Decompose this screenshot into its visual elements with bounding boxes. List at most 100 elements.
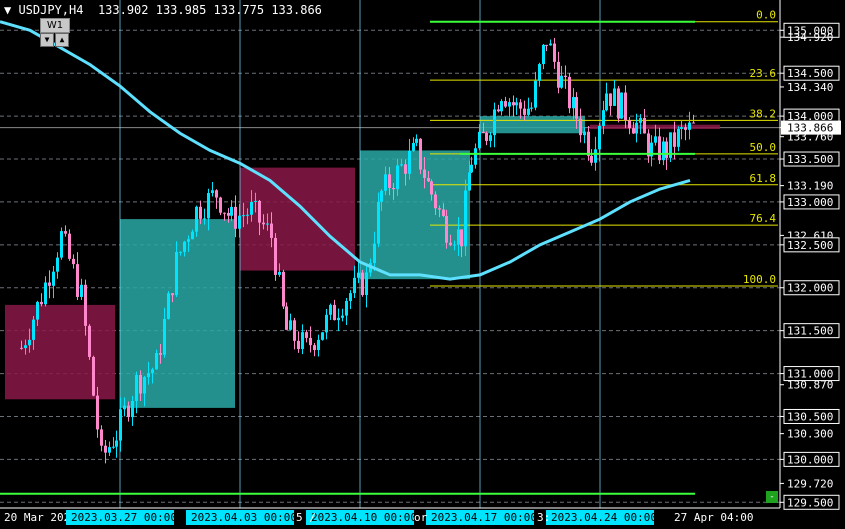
- bull-candle: [207, 193, 210, 219]
- bear-candle: [609, 93, 612, 106]
- bear-candle: [519, 102, 522, 109]
- bull-candle: [131, 400, 134, 418]
- bear-candle: [293, 320, 296, 341]
- price-label: 130.500: [787, 410, 833, 423]
- time-label: 27 Apr 04:00: [674, 511, 753, 524]
- bear-candle: [430, 181, 433, 195]
- bull-candle: [457, 229, 460, 245]
- bear-candle: [270, 223, 273, 238]
- bear-candle: [497, 109, 500, 112]
- price-label: 133.190: [787, 180, 833, 193]
- bear-candle: [282, 271, 285, 307]
- price-label: 130.870: [787, 379, 833, 392]
- bull-candle: [250, 201, 253, 215]
- zone-maroon: [5, 304, 115, 400]
- bear-candle: [523, 108, 526, 115]
- bull-candle: [500, 101, 503, 112]
- bull-candle: [143, 377, 146, 394]
- bear-candle: [434, 194, 437, 209]
- bull-candle: [345, 300, 348, 316]
- scroll-up-icon[interactable]: ▲: [55, 33, 69, 47]
- fib-label: 100.0: [743, 273, 776, 286]
- bull-candle: [635, 122, 638, 134]
- bear-candle: [215, 190, 218, 198]
- bull-candle: [598, 125, 601, 150]
- bear-candle: [392, 187, 395, 190]
- bear-candle: [285, 306, 288, 330]
- fib-label: 23.6: [750, 67, 777, 80]
- time-label: 2023.04.10 00:00: [311, 511, 417, 524]
- bear-candle: [564, 75, 567, 77]
- time-axis: 20 Mar 20232023.03.27 00:00 2023.04.03 00…: [0, 507, 780, 525]
- bull-candle: [301, 332, 304, 349]
- bear-candle: [590, 155, 593, 163]
- bull-candle: [325, 314, 328, 333]
- bear-candle: [309, 337, 312, 346]
- bull-candle: [549, 43, 552, 46]
- bull-candle: [384, 174, 387, 191]
- price-label: 129.720: [787, 477, 833, 490]
- bear-candle: [76, 264, 79, 297]
- bull-candle: [242, 215, 245, 217]
- zone-teal: [360, 150, 470, 280]
- bull-candle: [560, 75, 563, 88]
- time-label-fragment: 5 /: [296, 511, 316, 524]
- bull-candle: [583, 131, 586, 136]
- price-chart[interactable]: 0.023.638.250.061.876.4100.0 135.000134.…: [0, 0, 845, 529]
- bear-candle: [587, 131, 590, 156]
- bull-candle: [353, 277, 356, 294]
- bull-candle: [80, 284, 83, 297]
- price-axis: 135.000134.920134.500134.340134.000133.7…: [779, 0, 841, 510]
- bear-candle: [100, 429, 103, 446]
- bear-candle: [223, 212, 226, 214]
- bull-candle: [321, 332, 324, 340]
- bull-candle: [474, 148, 477, 165]
- bull-candle: [191, 231, 194, 240]
- bear-candle: [485, 132, 488, 141]
- bull-candle: [195, 206, 198, 232]
- price-label: 130.300: [787, 428, 833, 441]
- bull-candle: [337, 317, 340, 321]
- bear-candle: [361, 272, 364, 296]
- fib-label: 61.8: [750, 172, 777, 185]
- bear-candle: [20, 347, 23, 349]
- bull-candle: [357, 272, 360, 278]
- bear-candle: [92, 356, 95, 396]
- price-label: 134.500: [787, 67, 833, 80]
- bull-candle: [115, 440, 118, 447]
- bear-candle: [579, 118, 582, 136]
- bull-candle: [478, 131, 481, 149]
- timeframe-button[interactable]: W1: [40, 18, 70, 33]
- price-label: 129.500: [787, 496, 833, 509]
- price-label: 133.500: [787, 153, 833, 166]
- bear-candle: [48, 282, 51, 286]
- fib-label: 76.4: [750, 212, 777, 225]
- bull-candle: [542, 44, 545, 65]
- status-square[interactable]: -: [766, 491, 778, 503]
- bear-candle: [624, 92, 627, 121]
- bull-candle: [453, 244, 456, 246]
- bull-candle: [329, 304, 332, 315]
- time-label: 2023.04.17 00:00: [431, 511, 537, 524]
- bear-candle: [673, 132, 676, 147]
- bull-candle: [468, 172, 471, 191]
- bull-candle: [32, 319, 35, 340]
- bull-candle: [36, 301, 39, 320]
- bear-candle: [388, 174, 391, 188]
- bear-candle: [545, 44, 548, 46]
- bull-candle: [688, 122, 691, 130]
- bull-candle: [163, 318, 166, 355]
- zone-maroon: [240, 167, 355, 271]
- bull-candle: [238, 215, 241, 229]
- bear-candle: [423, 169, 426, 178]
- bull-candle: [508, 102, 511, 107]
- bear-candle: [445, 215, 448, 243]
- bull-candle: [56, 257, 59, 272]
- scroll-down-icon[interactable]: ▼: [40, 33, 54, 47]
- bull-candle: [151, 369, 154, 374]
- bull-candle: [493, 109, 496, 136]
- chart-window: 0.0 23.6 38.2 50.0 61.8 76.4 100.0 135.000 134.…: [0, 0, 845, 529]
- bear-candle: [274, 237, 277, 275]
- bull-candle: [408, 150, 411, 174]
- price-label: 132.500: [787, 239, 833, 252]
